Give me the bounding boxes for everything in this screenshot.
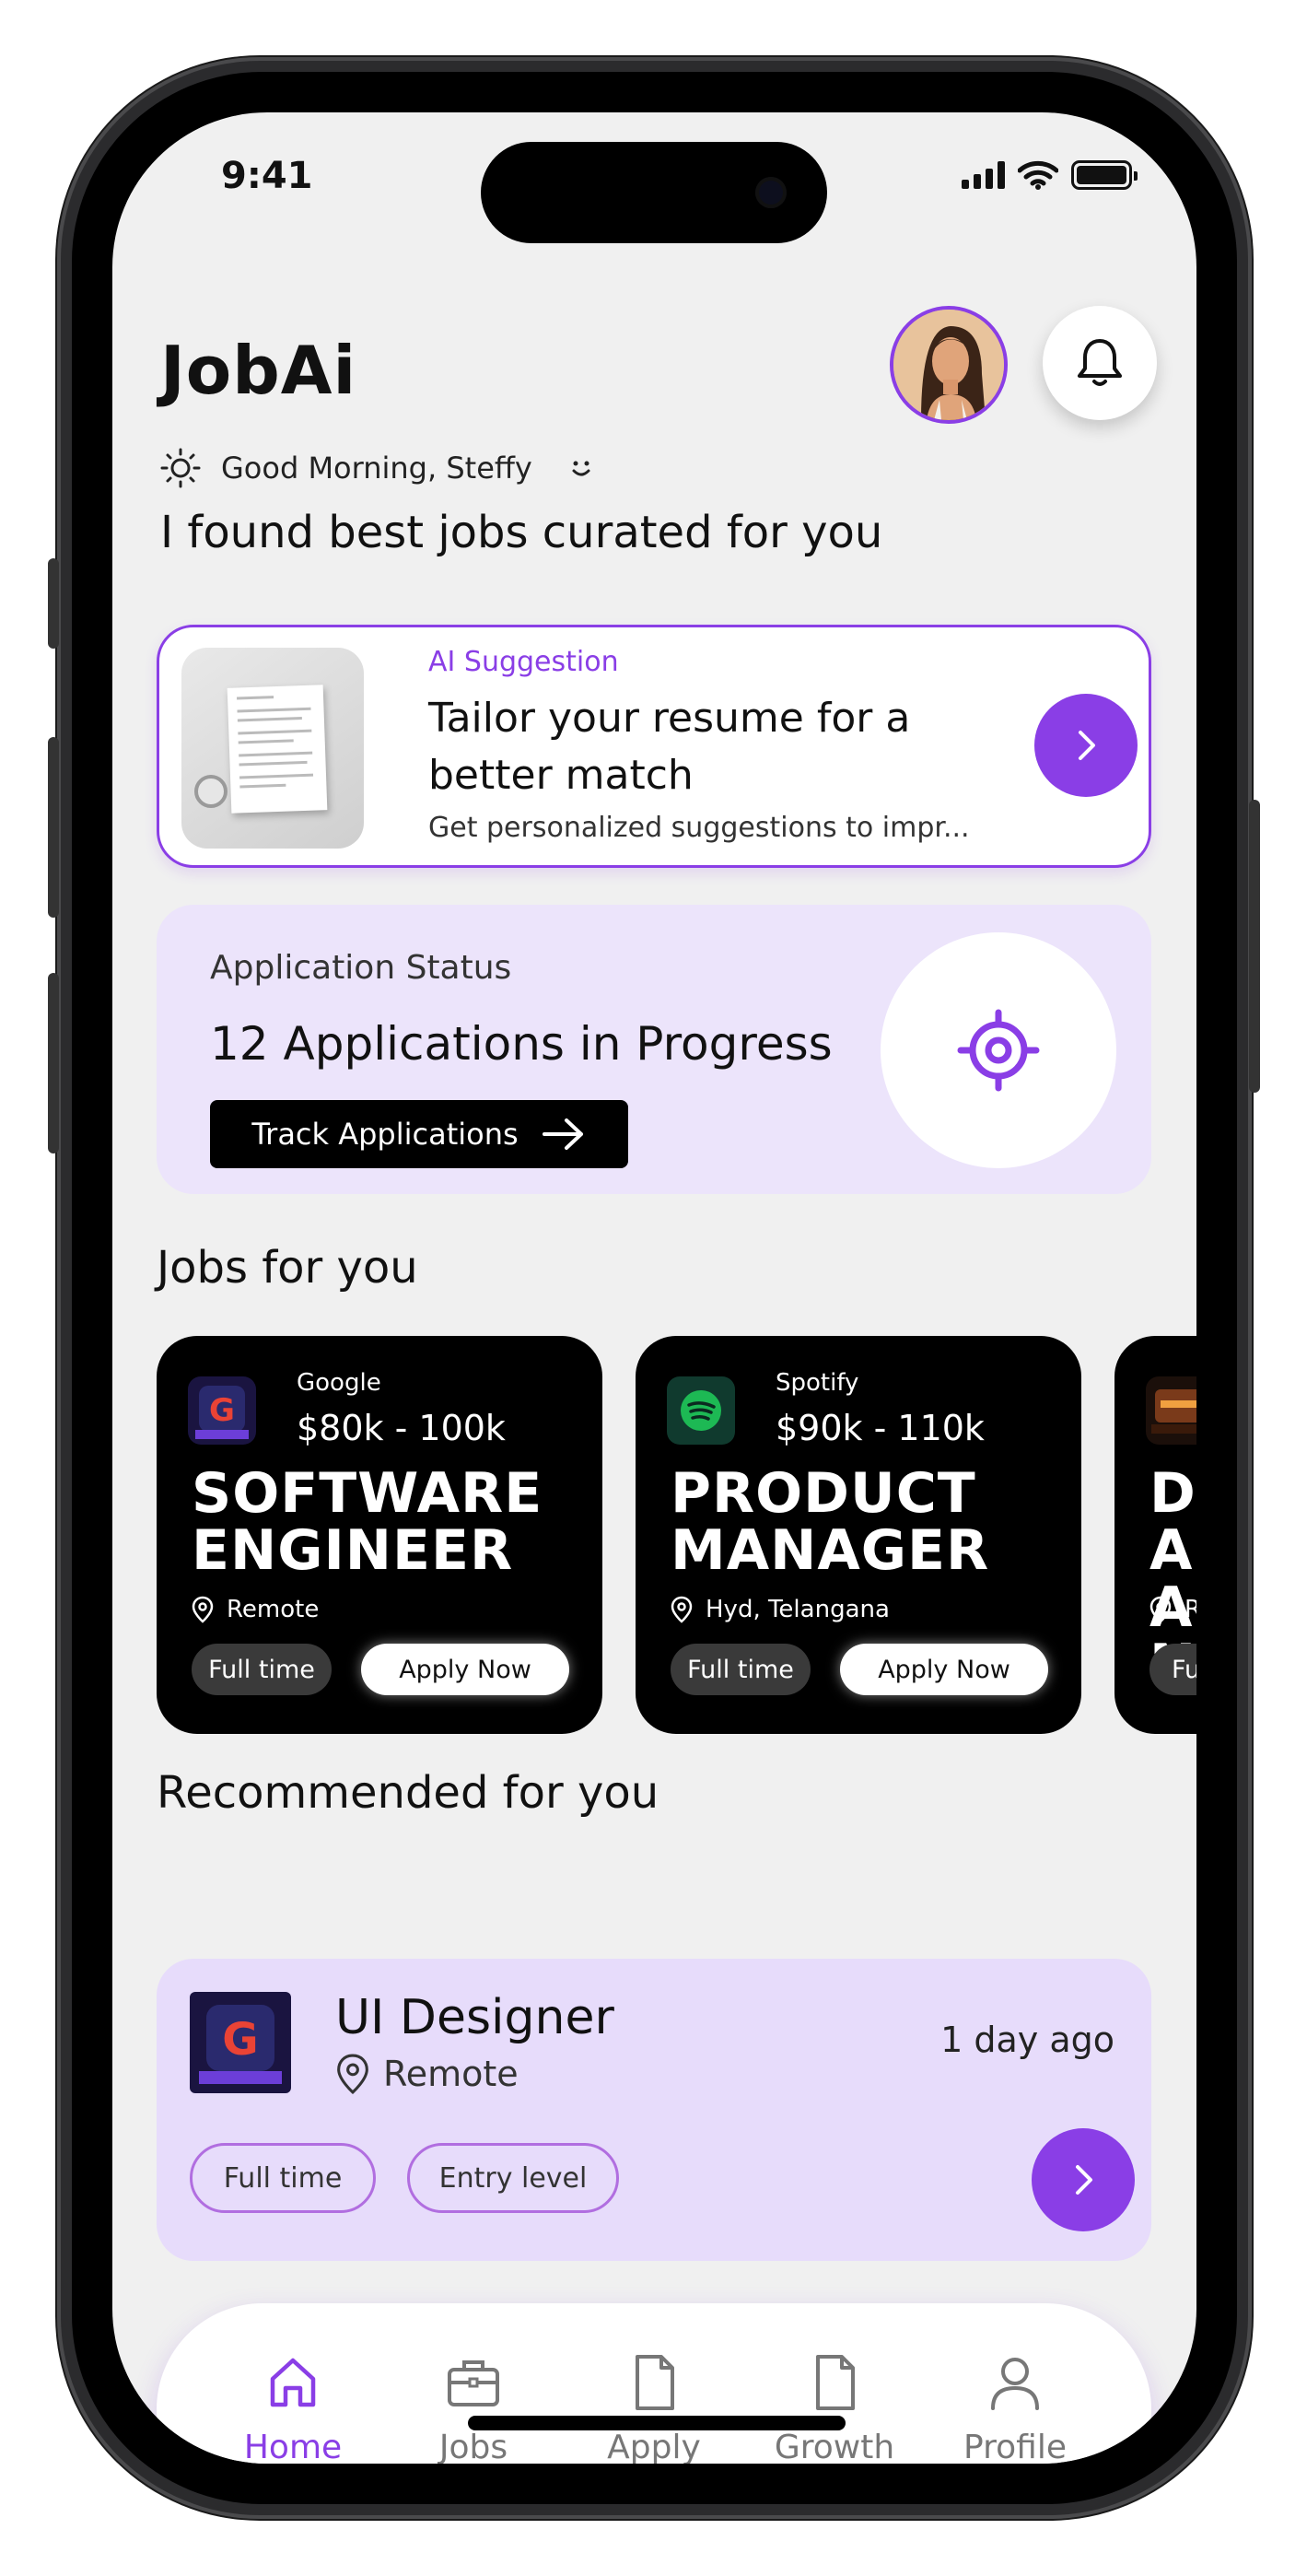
svg-text:G: G bbox=[209, 1392, 235, 1429]
status-time: 9:41 bbox=[221, 155, 313, 197]
avatar[interactable] bbox=[890, 306, 1008, 424]
job-location-text: Hyd, Telangana bbox=[706, 1596, 890, 1623]
nav-item-growth[interactable]: Growth bbox=[752, 2353, 917, 2465]
job-tag-chip: Entry level bbox=[407, 2143, 619, 2213]
job-salary: $80k - 100k bbox=[297, 1408, 506, 1448]
dynamic-island bbox=[481, 142, 827, 243]
recommended-job-posted: 1 day ago bbox=[940, 2020, 1114, 2060]
job-card[interactable]: G Google $80k - 100k SOFTWARE ENGINEER R… bbox=[157, 1336, 602, 1734]
apply-now-button[interactable]: Apply Now bbox=[361, 1644, 569, 1695]
recommended-job-title: UI Designer bbox=[335, 1990, 614, 2045]
smile-icon bbox=[572, 461, 590, 476]
battery-icon bbox=[1071, 160, 1138, 190]
job-type-chip: Full time bbox=[671, 1644, 811, 1695]
power-button bbox=[1249, 800, 1260, 1093]
document-icon bbox=[636, 2354, 674, 2410]
track-applications-label: Track Applications bbox=[251, 1117, 519, 1152]
target-icon bbox=[957, 1009, 1040, 1092]
location-pin-icon bbox=[192, 1596, 214, 1623]
status-icons bbox=[962, 160, 1138, 190]
nav-item-apply[interactable]: Apply bbox=[571, 2353, 737, 2465]
greeting-text: Good Morning, Steffy bbox=[221, 451, 532, 486]
recommended-job-open-button[interactable] bbox=[1032, 2128, 1135, 2231]
chevron-right-icon bbox=[1079, 731, 1095, 760]
home-indicator[interactable] bbox=[468, 2416, 846, 2430]
ai-suggestion-label: AI Suggestion bbox=[428, 646, 619, 678]
nav-item-profile[interactable]: Profile bbox=[932, 2353, 1098, 2465]
notifications-button[interactable] bbox=[1043, 306, 1157, 420]
wifi-icon bbox=[1018, 160, 1058, 190]
home-icon bbox=[270, 2358, 316, 2406]
google-logo: G bbox=[190, 1992, 291, 2093]
job-tag-chip: Full time bbox=[190, 2143, 376, 2213]
track-applications-button[interactable]: Track Applications bbox=[210, 1100, 628, 1168]
job-card-partial[interactable]: DA AN Re Full bbox=[1114, 1336, 1196, 1734]
ai-suggestion-card[interactable]: AI Suggestion Tailor your resume for a b… bbox=[157, 625, 1151, 868]
page-subtitle: I found best jobs curated for you bbox=[160, 507, 883, 558]
nav-label-home: Home bbox=[243, 2428, 343, 2465]
recommended-job-card[interactable]: G UI Designer Remote 1 day ago Full time… bbox=[157, 1959, 1151, 2261]
amazon-logo bbox=[1146, 1376, 1196, 1445]
job-location-text: Remote bbox=[227, 1596, 320, 1623]
job-company: Google bbox=[297, 1369, 381, 1397]
job-type-chip: Full bbox=[1149, 1644, 1196, 1695]
chevron-right-icon bbox=[1076, 2165, 1092, 2195]
jobs-section-title: Jobs for you bbox=[157, 1242, 418, 1294]
resume-image bbox=[181, 648, 364, 849]
svg-text:G: G bbox=[222, 2014, 258, 2066]
job-location: Hyd, Telangana bbox=[671, 1596, 890, 1623]
ai-suggestion-title: Tailor your resume for a better match bbox=[428, 695, 911, 799]
job-title: SOFTWARE ENGINEER bbox=[192, 1461, 543, 1583]
target-illustration bbox=[881, 932, 1116, 1168]
nav-label-apply: Apply bbox=[607, 2428, 701, 2465]
sun-icon bbox=[160, 448, 201, 488]
nav-label-jobs: Jobs bbox=[438, 2428, 508, 2465]
location-pin-icon bbox=[1149, 1596, 1172, 1623]
recommended-job-location-text: Remote bbox=[383, 2054, 519, 2094]
volume-down-button bbox=[48, 973, 59, 1153]
app-screen: 9:41 JobAi Good Morning, Steffy I found … bbox=[112, 112, 1196, 2464]
bell-icon bbox=[1078, 339, 1122, 386]
briefcase-icon bbox=[448, 2359, 499, 2406]
application-status-title: 12 Applications in Progress bbox=[210, 1017, 833, 1071]
location-pin-icon bbox=[337, 2054, 368, 2094]
volume-up-button bbox=[48, 737, 59, 918]
recommended-job-location: Remote bbox=[335, 2053, 519, 2095]
job-type-chip: Full time bbox=[192, 1644, 332, 1695]
ai-suggestion-open-button[interactable] bbox=[1034, 694, 1138, 797]
location-pin-icon bbox=[671, 1596, 693, 1623]
job-card[interactable]: Spotify $90k - 110k PRODUCT MANAGER Hyd,… bbox=[636, 1336, 1081, 1734]
bottom-navigation: Home Jobs Apply Growth Profile bbox=[157, 2303, 1151, 2464]
spotify-logo bbox=[667, 1376, 735, 1445]
nav-item-jobs[interactable]: Jobs bbox=[391, 2353, 556, 2465]
ai-suggestion-description: Get personalized suggestions to impr... bbox=[428, 812, 970, 844]
apply-now-button[interactable]: Apply Now bbox=[840, 1644, 1048, 1695]
greeting: Good Morning, Steffy bbox=[160, 448, 597, 488]
camera-icon bbox=[755, 177, 787, 208]
application-status-label: Application Status bbox=[210, 949, 512, 987]
nav-label-profile: Profile bbox=[963, 2428, 1067, 2465]
job-title: PRODUCT MANAGER bbox=[671, 1461, 990, 1583]
job-location-text: Re bbox=[1184, 1596, 1196, 1623]
document-icon bbox=[816, 2354, 855, 2410]
application-status-card: Application Status 12 Applications in Pr… bbox=[157, 905, 1151, 1194]
job-location: Re bbox=[1149, 1596, 1196, 1623]
nav-label-growth: Growth bbox=[774, 2428, 895, 2465]
nav-item-home[interactable]: Home bbox=[210, 2353, 376, 2465]
job-company: Spotify bbox=[776, 1369, 859, 1397]
action-button bbox=[48, 558, 59, 649]
arrow-right-icon bbox=[542, 1118, 583, 1150]
google-logo: G bbox=[188, 1376, 256, 1445]
job-location: Remote bbox=[192, 1596, 319, 1623]
app-title: JobAi bbox=[160, 332, 357, 409]
cellular-signal-icon bbox=[962, 161, 1005, 189]
recommended-section-title: Recommended for you bbox=[157, 1767, 659, 1819]
job-salary: $90k - 110k bbox=[776, 1408, 985, 1448]
user-icon bbox=[991, 2357, 1039, 2410]
avatar-illustration bbox=[893, 310, 1004, 420]
